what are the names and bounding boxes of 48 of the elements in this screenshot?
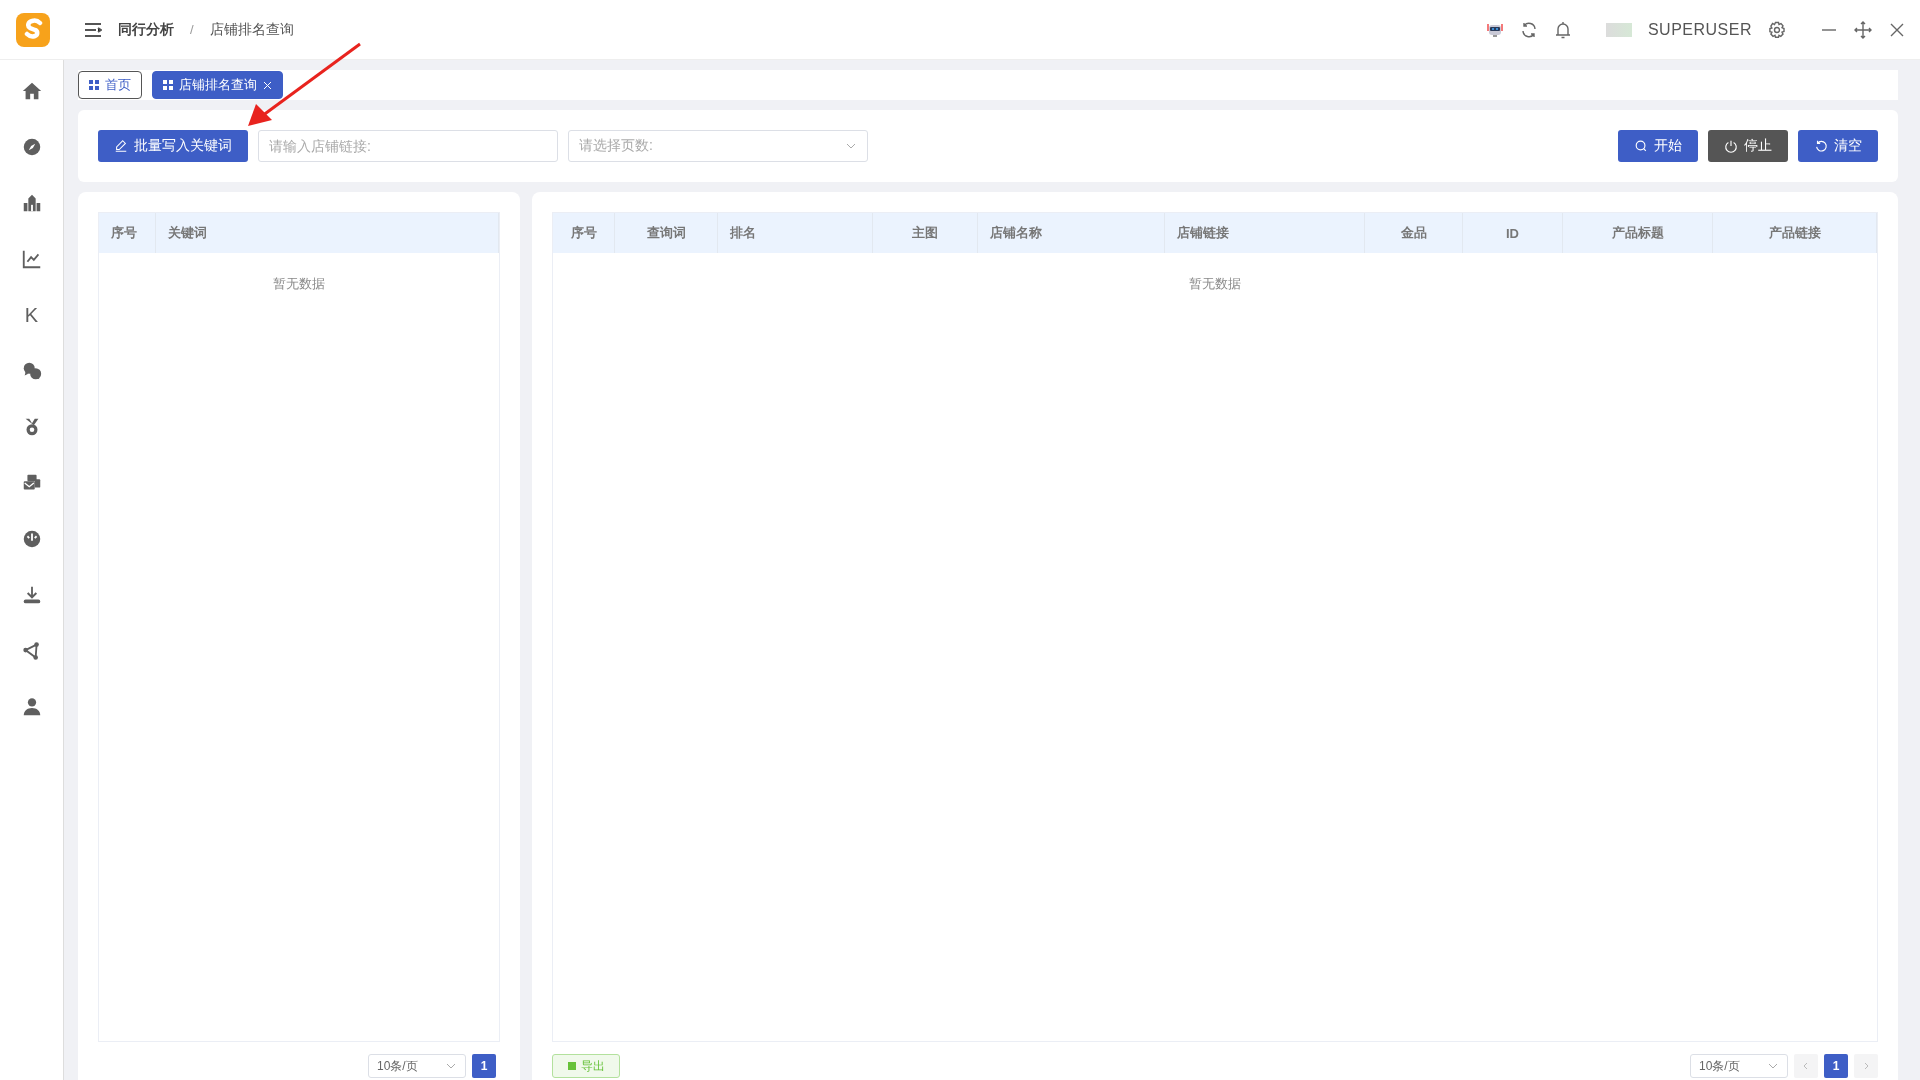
- page-button[interactable]: 1: [472, 1054, 496, 1078]
- tab[interactable]: 首页: [78, 71, 142, 99]
- menu-icon[interactable]: [84, 21, 102, 38]
- breadcrumb-item[interactable]: 店铺排名查询: [209, 20, 294, 39]
- app-logo: [16, 12, 50, 47]
- column-header: ID: [1463, 213, 1563, 253]
- column-header: 产品链接: [1713, 213, 1877, 253]
- page-size-select[interactable]: 10条/页: [1690, 1054, 1788, 1078]
- refresh-icon[interactable]: [1519, 20, 1538, 39]
- shop-link-field[interactable]: 请输入店铺链接:: [258, 130, 558, 162]
- power-icon: [1724, 139, 1738, 153]
- column-header: 查询词: [615, 213, 718, 253]
- chevron-right-icon: [1862, 1062, 1870, 1070]
- column-header: 序号: [99, 213, 156, 253]
- settings-icon[interactable]: [1768, 20, 1786, 39]
- column-header: 关键词: [156, 213, 499, 253]
- grid-icon: [163, 80, 173, 90]
- column-header: 金品: [1365, 213, 1463, 253]
- column-header: 排名: [718, 213, 873, 253]
- empty-message: 暂无数据: [273, 275, 325, 293]
- search-icon: [1634, 139, 1648, 153]
- refresh-icon: [1814, 139, 1828, 153]
- sidebar-letter[interactable]: K: [24, 304, 39, 326]
- column-header: 主图: [873, 213, 978, 253]
- stop-button[interactable]: 停止: [1708, 130, 1788, 162]
- tab[interactable]: 店铺排名查询: [152, 71, 283, 99]
- username[interactable]: SUPERUSER: [1647, 20, 1752, 39]
- line-chart-icon[interactable]: [20, 248, 43, 270]
- page-button[interactable]: 1: [1824, 1054, 1848, 1078]
- column-header: 产品标题: [1563, 213, 1713, 253]
- breadcrumb-item[interactable]: 同行分析: [118, 20, 174, 39]
- chevron-left-icon: [1802, 1062, 1810, 1070]
- bell-icon[interactable]: [1553, 20, 1572, 39]
- close-icon[interactable]: [263, 80, 272, 90]
- column-header: 序号: [553, 213, 615, 253]
- start-button[interactable]: 开始: [1618, 130, 1698, 162]
- home-icon[interactable]: [20, 80, 43, 102]
- grid-icon: [89, 80, 99, 90]
- clear-button[interactable]: 清空: [1798, 130, 1878, 162]
- column-header: 店铺名称: [978, 213, 1165, 253]
- batch-keywords-button[interactable]: 批量写入关键词: [98, 130, 248, 162]
- pencil-icon: [114, 139, 128, 153]
- empty-message: 暂无数据: [1189, 275, 1241, 293]
- column-header: 店铺链接: [1165, 213, 1365, 253]
- breadcrumb-separator: /: [190, 22, 194, 37]
- move-icon[interactable]: [1854, 20, 1872, 39]
- export-icon: [567, 1061, 577, 1071]
- page-size-select[interactable]: 10条/页: [368, 1054, 466, 1078]
